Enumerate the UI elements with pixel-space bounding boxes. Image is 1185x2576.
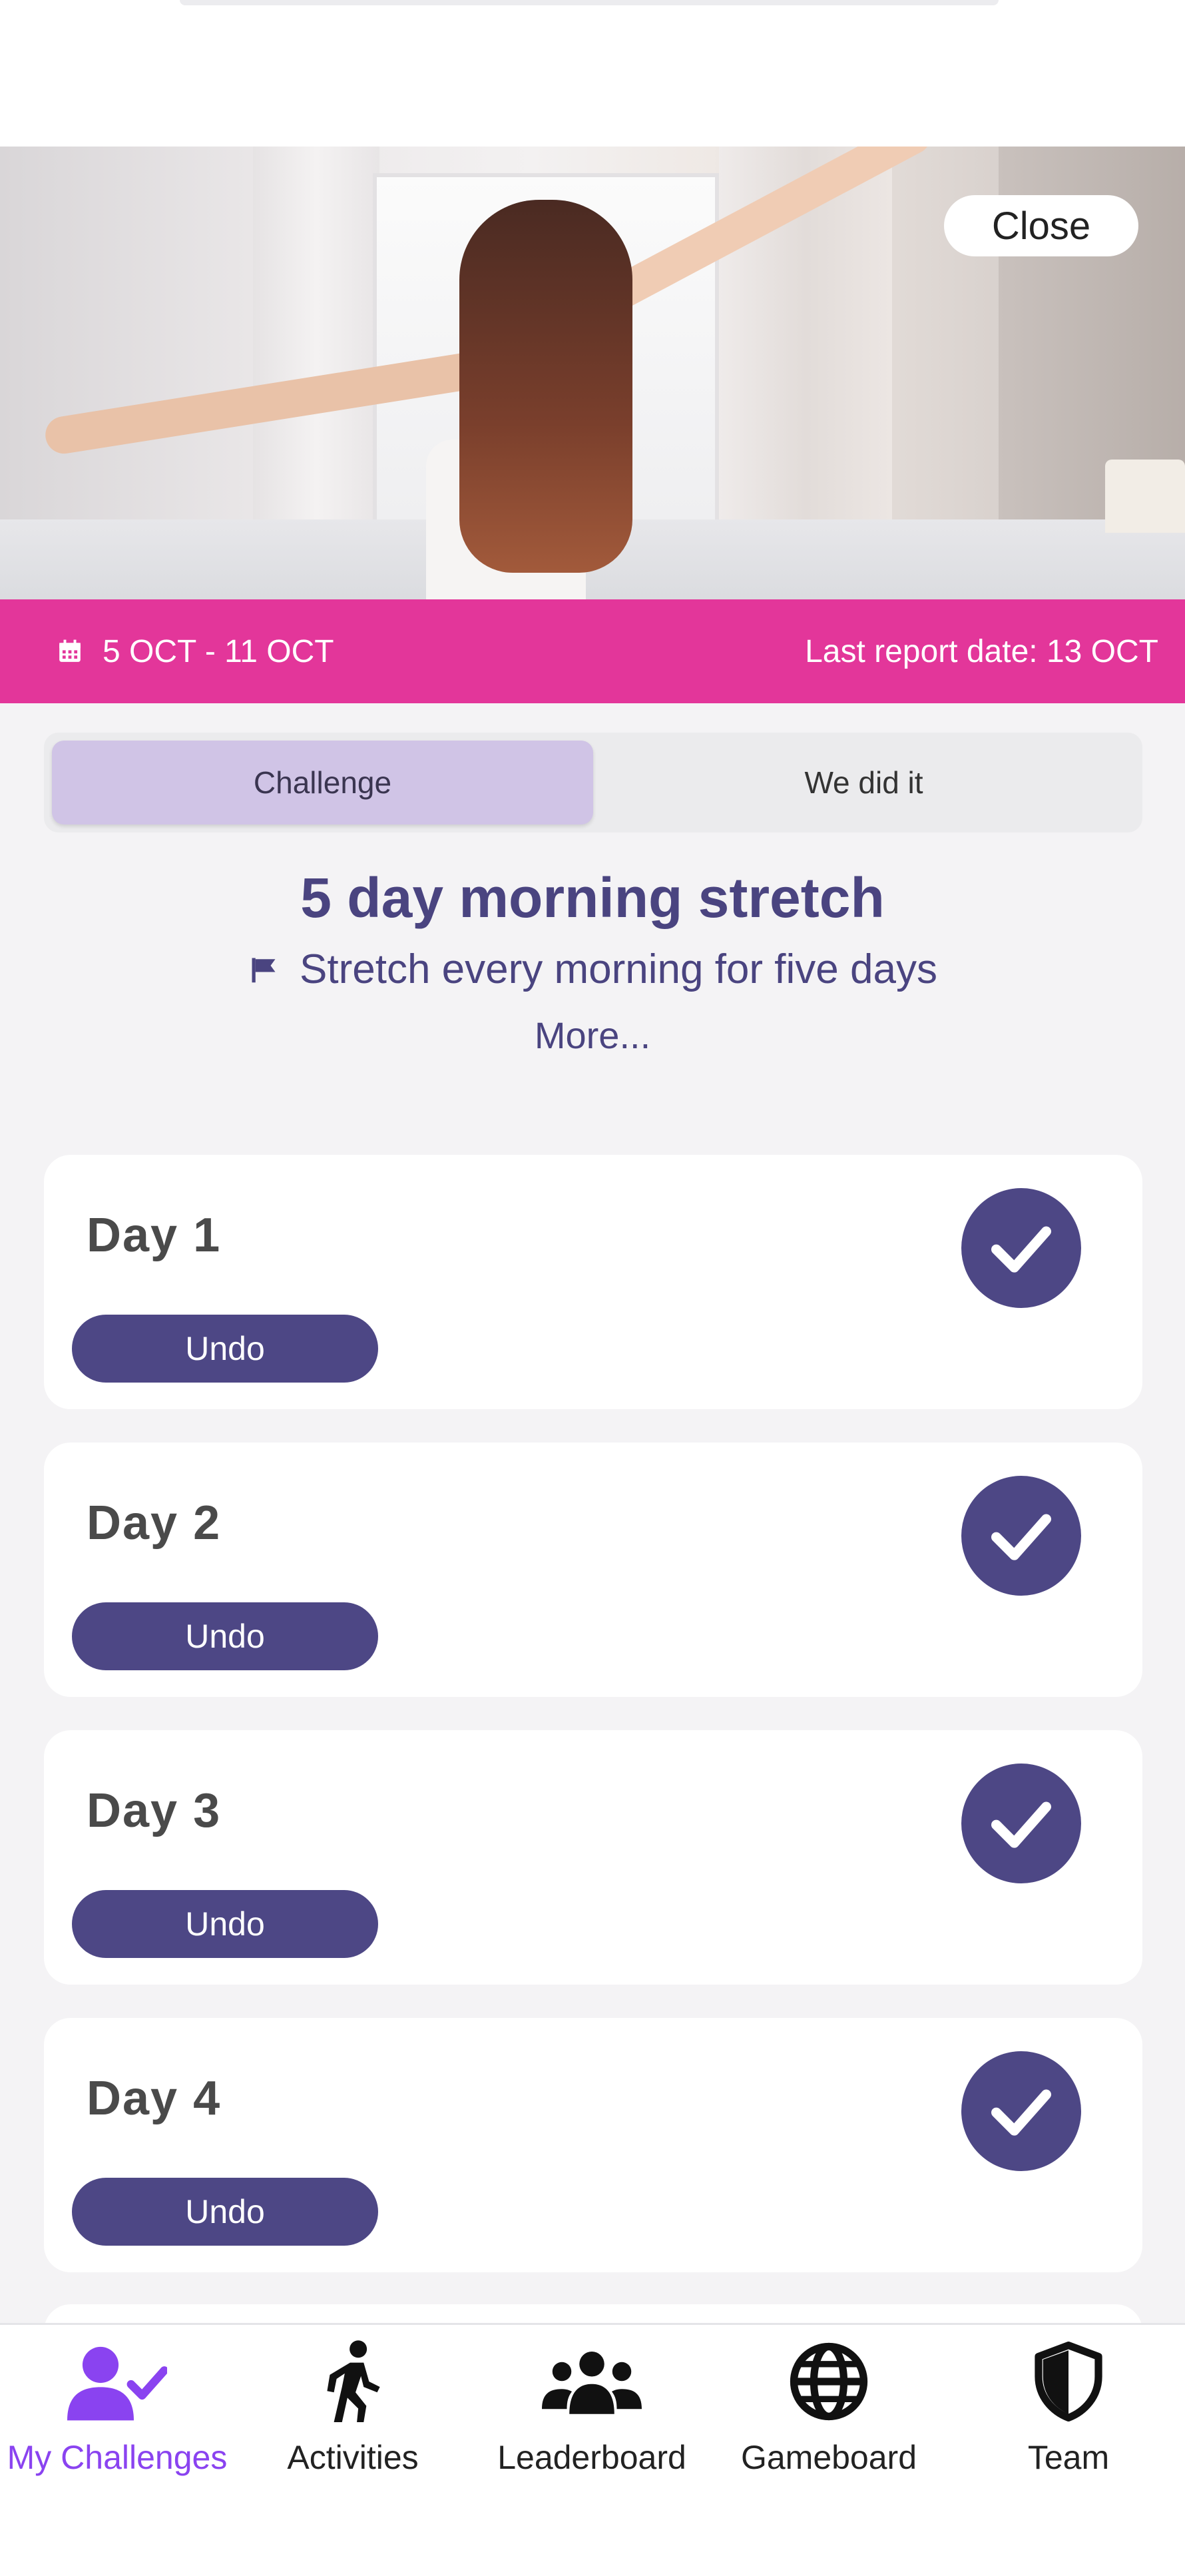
day-card: Day 2 Undo [44, 1443, 1142, 1697]
check-circle-icon [961, 1476, 1081, 1596]
day-label: Day 3 [87, 1784, 222, 1837]
day-card: Day 4 Undo [44, 2018, 1142, 2272]
undo-button[interactable]: Undo [72, 2178, 378, 2246]
close-button[interactable]: Close [944, 195, 1138, 256]
last-report-date: Last report date: 13 OCT [805, 633, 1158, 669]
day-label: Day 4 [87, 2072, 222, 2125]
bottom-nav: My Challenges Activities Leaderboard Gam… [0, 2323, 1185, 2576]
tab-we-did-it[interactable]: We did it [593, 741, 1134, 824]
nav-my-challenges[interactable]: My Challenges [0, 2338, 234, 2491]
more-link[interactable]: More... [0, 1014, 1185, 1057]
nav-label: Team [1027, 2439, 1110, 2476]
segmented-control: Challenge We did it [44, 733, 1142, 832]
undo-button[interactable]: Undo [72, 1602, 378, 1670]
nav-gameboard[interactable]: Gameboard [732, 2338, 925, 2491]
nav-leaderboard[interactable]: Leaderboard [482, 2338, 702, 2491]
user-check-icon [67, 2346, 167, 2421]
tab-challenge[interactable]: Challenge [52, 741, 593, 824]
day-label: Day 1 [87, 1209, 222, 1262]
users-icon [542, 2352, 642, 2414]
day-card: Day 1 Undo [44, 1155, 1142, 1409]
check-circle-icon [961, 2051, 1081, 2171]
shield-icon [1035, 2342, 1102, 2421]
check-circle-icon [961, 1764, 1081, 1883]
challenge-description: Stretch every morning for five days [0, 946, 1185, 993]
date-bar: 5 OCT - 11 OCT Last report date: 13 OCT [0, 599, 1185, 703]
check-circle-icon [961, 1188, 1081, 1308]
nav-label: Activities [287, 2439, 419, 2476]
nav-label: Leaderboard [497, 2439, 686, 2476]
challenge-title: 5 day morning stretch [300, 866, 885, 929]
walking-icon [327, 2340, 380, 2422]
flag-icon [252, 958, 276, 982]
challenge-description-text: Stretch every morning for five days [300, 946, 937, 992]
globe-icon [790, 2342, 868, 2421]
undo-button[interactable]: Undo [72, 1315, 378, 1383]
day-card: Day 3 Undo [44, 1730, 1142, 1985]
date-range: 5 OCT - 11 OCT [103, 633, 334, 669]
nav-activities[interactable]: Activities [266, 2338, 439, 2491]
undo-button[interactable]: Undo [72, 1890, 378, 1958]
day-label: Day 2 [87, 1496, 222, 1550]
nav-label: Gameboard [740, 2439, 917, 2476]
top-handle [180, 0, 999, 5]
nav-team[interactable]: Team [985, 2338, 1152, 2491]
calendar-icon [59, 639, 81, 662]
nav-label: My Challenges [7, 2439, 228, 2476]
challenge-content: Challenge We did it 5 day morning stretc… [0, 703, 1185, 2331]
